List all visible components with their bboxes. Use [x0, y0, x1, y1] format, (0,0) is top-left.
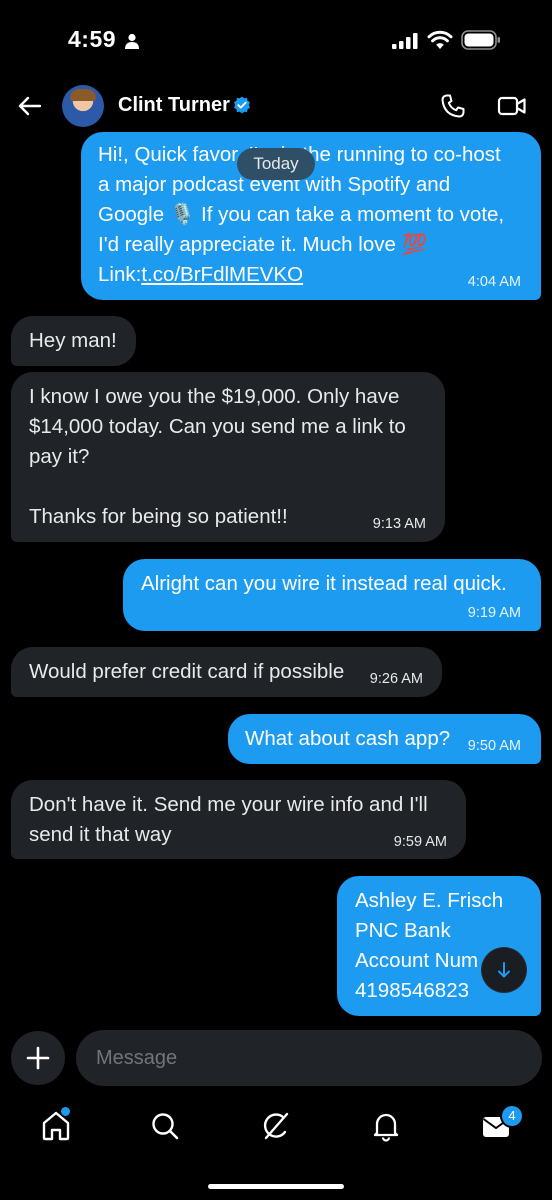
message-text: Google 🎙️ If you can take a moment to vo… [98, 203, 505, 226]
message-text: pay it? [29, 445, 90, 468]
message-text: I'd really appreciate it. Much love 💯 [98, 233, 428, 256]
message-text: Account Num [355, 949, 479, 972]
grok-icon[interactable] [258, 1108, 294, 1144]
message-link-line: Link:t.co/BrFdlMEVKO [98, 260, 303, 290]
message-bubble-received[interactable]: Don't have it. Send me your wire info an… [11, 780, 466, 859]
message-bubble-received[interactable]: Hey man! [11, 316, 136, 366]
message-text: 4198546823 [355, 979, 470, 1002]
home-indicator [208, 1184, 344, 1189]
message-timestamp: 9:13 AM [372, 516, 426, 532]
bell-icon[interactable] [368, 1108, 404, 1144]
messages-badge: 4 [502, 1106, 522, 1126]
message-text: PNC Bank [355, 919, 451, 942]
battery-icon [461, 30, 500, 50]
avatar[interactable] [62, 85, 104, 127]
message-timestamp: 9:59 AM [393, 834, 447, 850]
back-arrow-icon[interactable] [16, 92, 44, 120]
message-timestamp: 9:19 AM [467, 605, 521, 621]
message-timestamp: 9:26 AM [369, 671, 423, 687]
search-icon[interactable] [147, 1108, 183, 1144]
video-call-icon[interactable] [497, 94, 527, 118]
home-notification-dot [61, 1107, 70, 1116]
message-text: send it that way [29, 823, 172, 846]
message-timestamp: 9:50 AM [467, 738, 521, 754]
message-text: Would prefer credit card if possible [29, 660, 345, 683]
plus-icon [26, 1046, 50, 1070]
scroll-to-bottom-button[interactable] [482, 948, 526, 992]
arrow-down-icon [498, 962, 510, 978]
message-text: Ashley E. Frisch [355, 889, 504, 912]
message-text: Thanks for being so patient!! [29, 505, 288, 528]
date-divider-pill: Today [237, 148, 315, 180]
message-bubble-sent[interactable]: Ashley E. Frisch PNC Bank Account Num 41… [337, 876, 541, 1016]
verified-badge-icon [234, 96, 250, 114]
message-bubble-received[interactable]: I know I owe you the $19,000. Only have … [11, 372, 445, 542]
wifi-icon [427, 30, 453, 49]
person-icon [125, 33, 139, 49]
message-bubble-sent[interactable]: Alright can you wire it instead real qui… [123, 559, 541, 631]
message-input[interactable] [76, 1030, 542, 1086]
message-bubble-sent[interactable]: What about cash app? 9:50 AM [228, 714, 541, 764]
message-text: What about cash app? [245, 727, 451, 750]
status-time: 4:59 [68, 26, 117, 52]
message-text: Don't have it. Send me your wire info an… [29, 793, 428, 816]
message-text: I know I owe you the $19,000. Only have [29, 385, 400, 408]
message-timestamp: 4:04 AM [467, 274, 521, 290]
message-link[interactable]: t.co/BrFdlMEVKO [141, 263, 303, 286]
message-bubble-received[interactable]: Would prefer credit card if possible 9:2… [11, 647, 442, 697]
phone-call-icon[interactable] [440, 93, 466, 119]
add-attachment-button[interactable] [11, 1031, 65, 1085]
cellular-signal-icon [392, 33, 418, 49]
contact-name[interactable]: Clint Turner [118, 94, 230, 117]
message-text: Alright can you wire it instead real qui… [141, 572, 507, 595]
link-prefix: Link: [98, 263, 142, 286]
message-text: Hey man! [29, 329, 117, 352]
message-text: $14,000 today. Can you send me a link to [29, 415, 406, 438]
